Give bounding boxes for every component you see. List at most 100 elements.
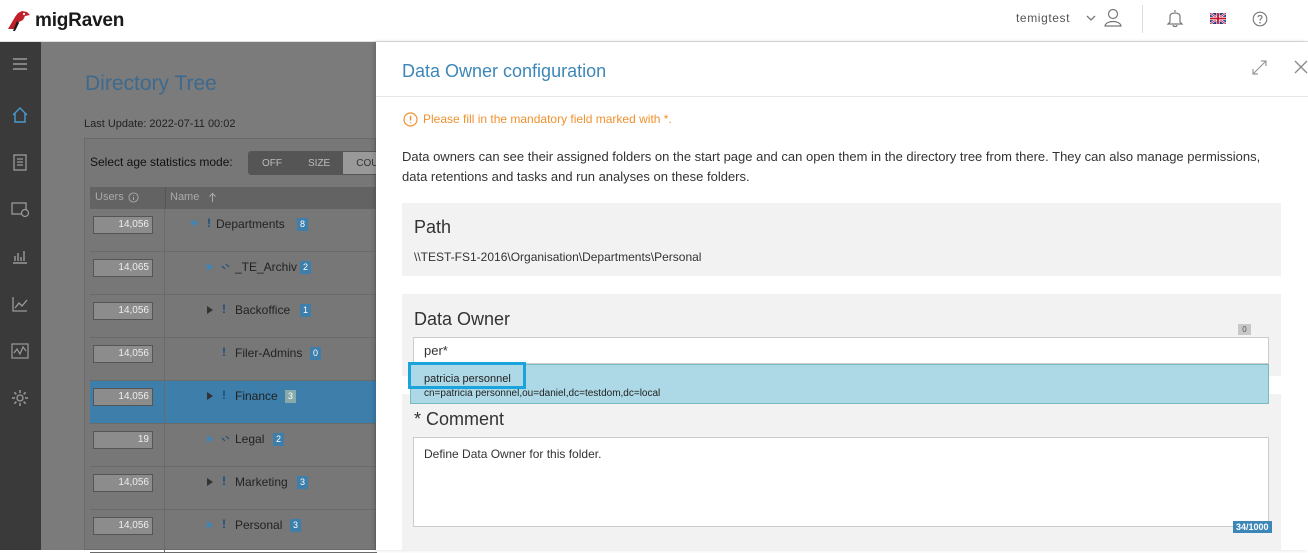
- folder-name: Backoffice: [235, 303, 291, 317]
- users-count: 14,056: [93, 216, 153, 234]
- char-counter: 34/1000: [1233, 521, 1272, 533]
- users-count: 14,065: [93, 259, 153, 277]
- username[interactable]: temigtest: [1016, 11, 1070, 25]
- owner-suggestion-item[interactable]: patricia personnel cn=patricia personnel…: [410, 364, 1269, 404]
- folder-name: Marketing: [235, 475, 288, 489]
- users-count: 14,056: [93, 388, 153, 406]
- description: Data owners can see their assigned folde…: [402, 149, 1261, 184]
- users-count: 19: [93, 431, 153, 449]
- caret-right-icon[interactable]: [205, 305, 215, 315]
- suggestion-highlight-box: [408, 362, 526, 389]
- bell-icon[interactable]: [1166, 8, 1184, 28]
- warning-circle-icon: [403, 111, 418, 127]
- comment-card: * Comment Define Data Owner for this fol…: [402, 394, 1281, 550]
- storage-clock-icon[interactable]: [10, 199, 30, 219]
- drawer-title: Data Owner configuration: [402, 61, 607, 81]
- folder-name: Departments: [216, 217, 285, 231]
- close-icon[interactable]: [1294, 60, 1308, 74]
- mandatory-warning: Please fill in the mandatory field marke…: [403, 111, 672, 127]
- info-icon[interactable]: [128, 192, 139, 203]
- table-row[interactable]: 14,056 ! Marketing 3: [90, 467, 377, 510]
- subfolder-count: 2: [273, 433, 284, 446]
- users-count: 14,056: [93, 517, 153, 535]
- comment-title: * Comment: [414, 409, 505, 429]
- owner-count-badge: 0: [1238, 324, 1251, 335]
- clipboard-icon[interactable]: [10, 152, 30, 172]
- mode-count[interactable]: COU: [343, 152, 381, 174]
- gear-icon[interactable]: [10, 388, 30, 408]
- warning-mark-icon: !: [222, 517, 226, 531]
- folder-name: Filer-Admins: [235, 346, 303, 360]
- suggestion-dn: cn=patricia personnel,ou=daniel,dc=testd…: [424, 388, 661, 399]
- folder-name: Legal: [235, 432, 265, 446]
- table-row[interactable]: 14,056 ! Personal 3: [90, 510, 377, 553]
- directory-tree-background: Directory Tree Last Update: 2022-07-11 0…: [41, 42, 382, 553]
- table-row[interactable]: 14,065 _TE_Archiv 2: [90, 252, 377, 295]
- table-row[interactable]: 14,056 ! Filer-Admins 0: [90, 338, 377, 381]
- bar-chart-icon[interactable]: [10, 246, 30, 266]
- caret-right-icon[interactable]: [205, 477, 215, 487]
- warning-mark-icon: !: [207, 216, 211, 230]
- link-icon: [221, 263, 230, 270]
- user-icon[interactable]: [1103, 7, 1123, 27]
- subfolder-count: 3: [290, 519, 301, 532]
- menu-icon[interactable]: [10, 54, 30, 74]
- path-value: \\TEST-FS1-2016\Organisation\Departments…: [414, 250, 702, 264]
- table-row-selected[interactable]: 14,056 ! Finance 3: [90, 381, 377, 424]
- subfolder-count: 3: [285, 390, 296, 403]
- caret-right-icon[interactable]: [205, 434, 215, 444]
- mode-off[interactable]: OFF: [249, 152, 295, 174]
- link-icon: [221, 435, 230, 442]
- caret-down-icon[interactable]: [189, 219, 199, 229]
- header-divider: [1142, 5, 1143, 33]
- caret-right-icon[interactable]: [205, 262, 215, 272]
- comment-textarea[interactable]: Define Data Owner for this folder.: [413, 437, 1269, 527]
- path-title: Path: [414, 217, 452, 237]
- sort-up-icon[interactable]: [208, 192, 217, 203]
- warning-mark-icon: !: [222, 388, 226, 402]
- table-row[interactable]: 19 Legal 2: [90, 424, 377, 467]
- home-icon[interactable]: [10, 105, 30, 125]
- data-owner-title: Data Owner: [414, 309, 511, 329]
- subfolder-count: 2: [300, 261, 311, 274]
- expand-icon[interactable]: [1252, 60, 1267, 75]
- warning-text: Please fill in the mandatory field marke…: [423, 112, 672, 126]
- column-name[interactable]: Name: [170, 191, 199, 203]
- age-mode-toggle[interactable]: OFF SIZE COU: [248, 151, 382, 175]
- page-title: Directory Tree: [85, 72, 217, 95]
- logo[interactable]: migRaven: [6, 8, 124, 34]
- caret-right-icon[interactable]: [205, 391, 215, 401]
- folder-name: Finance: [235, 389, 278, 403]
- path-card: Path \\TEST-FS1-2016\Organisation\Depart…: [402, 203, 1281, 276]
- table-row[interactable]: 14,056 ! Departments 8: [90, 209, 377, 252]
- drawer-divider: [376, 96, 1308, 97]
- warning-mark-icon: !: [222, 345, 226, 359]
- data-owner-input[interactable]: per*: [413, 337, 1269, 364]
- chevron-down-icon[interactable]: [1085, 11, 1097, 25]
- mode-size[interactable]: SIZE: [295, 152, 344, 174]
- users-count: 14,056: [93, 302, 153, 320]
- warning-mark-icon: !: [222, 474, 226, 488]
- last-update: Last Update: 2022-07-11 00:02: [84, 118, 236, 130]
- warning-mark-icon: !: [222, 302, 226, 316]
- activity-chart-icon[interactable]: [10, 341, 30, 361]
- help-icon[interactable]: [1252, 11, 1268, 27]
- folder-name: _TE_Archiv: [235, 260, 298, 274]
- subfolder-count: 1: [300, 304, 311, 317]
- data-owner-drawer: Data Owner configuration Please fill in …: [376, 42, 1308, 550]
- raven-logo-icon: [8, 11, 30, 31]
- column-divider: [165, 187, 166, 209]
- tree-panel: Select age statistics mode: OFF SIZE COU…: [84, 138, 382, 553]
- uk-flag-icon[interactable]: [1210, 13, 1226, 24]
- sidebar: [0, 42, 41, 550]
- table-row[interactable]: 14,056 ! Backoffice 1: [90, 295, 377, 338]
- subfolder-count: 8: [297, 218, 308, 231]
- caret-right-icon[interactable]: [205, 520, 215, 530]
- folder-name: Personal: [235, 518, 283, 532]
- line-chart-icon[interactable]: [10, 294, 30, 314]
- column-users[interactable]: Users: [95, 191, 124, 203]
- table-header: Users Name: [90, 187, 377, 209]
- subfolder-count: 0: [310, 347, 321, 360]
- brand-name: migRaven: [35, 10, 125, 31]
- subfolder-count: 3: [297, 476, 308, 489]
